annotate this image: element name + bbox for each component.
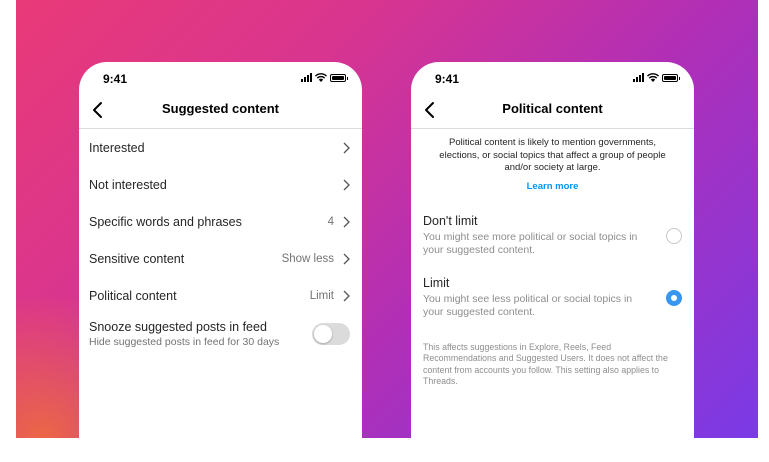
option-description: You might see less political or social t… bbox=[423, 292, 633, 319]
learn-more-link[interactable]: Learn more bbox=[411, 181, 694, 192]
status-bar: 9:41 bbox=[79, 62, 362, 92]
row-interested[interactable]: Interested bbox=[79, 129, 362, 166]
chevron-right-icon bbox=[343, 290, 350, 301]
status-bar: 9:41 bbox=[411, 62, 694, 92]
status-icons bbox=[301, 73, 348, 82]
status-time: 9:41 bbox=[435, 72, 460, 86]
radio-button-unselected[interactable] bbox=[666, 227, 682, 244]
option-description: You might see more political or social t… bbox=[423, 230, 638, 257]
row-sensitive-content[interactable]: Sensitive content Show less bbox=[79, 240, 362, 277]
snooze-label: Snooze suggested posts in feed bbox=[89, 320, 267, 334]
political-description: Political content is likely to mention g… bbox=[439, 137, 666, 173]
row-snooze-suggested: Snooze suggested posts in feed Hide sugg… bbox=[79, 314, 362, 364]
row-label: Not interested bbox=[89, 177, 167, 192]
phone-suggested-content: 9:41 Suggested content Interested Not in… bbox=[79, 62, 362, 462]
nav-header: Political content bbox=[411, 92, 694, 129]
snooze-sublabel: Hide suggested posts in feed for 30 days bbox=[89, 336, 280, 348]
page-title: Political content bbox=[502, 101, 603, 116]
signal-icon bbox=[633, 73, 644, 82]
signal-icon bbox=[301, 73, 312, 82]
option-label: Limit bbox=[423, 275, 450, 290]
footnote-text: This affects suggestions in Explore, Ree… bbox=[423, 341, 668, 387]
row-political-content[interactable]: Political content Limit bbox=[79, 277, 362, 314]
row-specific-words[interactable]: Specific words and phrases 4 bbox=[79, 203, 362, 240]
row-label: Specific words and phrases bbox=[89, 214, 242, 229]
chevron-right-icon bbox=[343, 216, 350, 227]
option-dont-limit[interactable]: Don't limit You might see more political… bbox=[423, 214, 682, 258]
row-label: Sensitive content bbox=[89, 251, 185, 266]
row-label: Political content bbox=[89, 288, 177, 303]
chevron-right-icon bbox=[343, 142, 350, 153]
nav-header: Suggested content bbox=[79, 92, 362, 129]
radio-button-selected[interactable] bbox=[666, 289, 682, 306]
wifi-icon bbox=[315, 73, 327, 82]
phone-political-content: 9:41 Political content Political content… bbox=[411, 62, 694, 462]
wifi-icon bbox=[647, 73, 659, 82]
status-icons bbox=[633, 73, 680, 82]
status-time: 9:41 bbox=[103, 72, 128, 86]
page-title: Suggested content bbox=[161, 101, 279, 116]
option-label: Don't limit bbox=[423, 213, 478, 228]
row-not-interested[interactable]: Not interested bbox=[79, 166, 362, 203]
row-label: Interested bbox=[89, 140, 145, 155]
chevron-right-icon bbox=[343, 179, 350, 190]
battery-icon bbox=[330, 74, 348, 82]
battery-icon bbox=[662, 74, 680, 82]
snooze-toggle[interactable] bbox=[312, 323, 350, 345]
chevron-right-icon bbox=[343, 253, 350, 264]
option-limit[interactable]: Limit You might see less political or so… bbox=[423, 276, 682, 320]
row-value: 4 bbox=[327, 215, 334, 228]
snooze-text: Snooze suggested posts in feed Hide sugg… bbox=[89, 320, 312, 348]
row-value: Show less bbox=[281, 252, 334, 265]
row-value: Limit bbox=[309, 289, 334, 302]
